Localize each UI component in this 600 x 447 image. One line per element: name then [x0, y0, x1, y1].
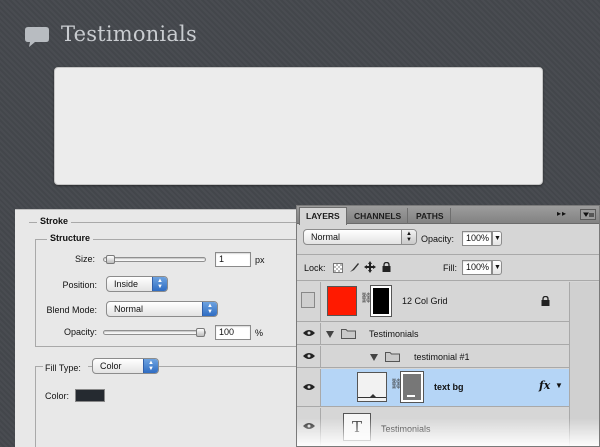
structure-legend: Structure — [47, 233, 94, 243]
layer-row-selected[interactable]: ⛓ text bg fx ▼ — [297, 369, 599, 407]
fill-type-label: Fill Type: — [43, 363, 88, 373]
collapse-icon[interactable]: ▸▸ — [557, 209, 567, 218]
position-select[interactable]: Inside ▲ ▼ — [106, 276, 168, 292]
lock-transparency-icon[interactable] — [333, 263, 343, 273]
layer-thumbnail — [357, 372, 387, 402]
eye-icon — [303, 330, 315, 336]
text-layer-thumbnail: T — [343, 413, 371, 441]
dropdown-arrow-icon: ▼ — [494, 264, 501, 271]
opacity-unit: % — [255, 328, 264, 338]
tab-channels[interactable]: CHANNELS — [348, 208, 409, 224]
size-slider[interactable] — [103, 255, 206, 264]
text-layer-glyph: T — [352, 418, 363, 436]
stroke-panel: Stroke Structure Size: 1 px Position: In… — [15, 209, 325, 447]
layer-blend-select[interactable]: Normal ▲ ▼ — [303, 229, 417, 245]
layer-name: testimonial #1 — [414, 352, 470, 362]
blend-mode-select[interactable]: Normal ▲ ▼ — [106, 301, 218, 317]
group-row[interactable]: testimonial #1 — [297, 346, 599, 368]
color-label: Color: — [44, 391, 69, 401]
layer-lock-icon — [541, 296, 550, 306]
testimonial-box — [54, 67, 543, 185]
lock-brush-icon[interactable] — [349, 262, 360, 273]
visibility-toggle[interactable] — [297, 323, 321, 344]
folder-icon — [341, 329, 356, 339]
opacity-slider-thumb[interactable] — [196, 328, 205, 337]
size-unit: px — [255, 255, 265, 265]
panel-tabbar: LAYERS CHANNELS PATHS ▸▸ — [297, 206, 599, 225]
tab-layers[interactable]: LAYERS — [299, 207, 347, 225]
opacity-label: Opacity: — [63, 327, 97, 337]
lock-fill-row: Lock: Fill: 100% ▼ — [297, 256, 599, 281]
size-input[interactable]: 1 — [215, 252, 251, 267]
stroke-color-swatch[interactable] — [75, 389, 105, 402]
visibility-toggle[interactable] — [297, 282, 321, 321]
opacity-input[interactable]: 100 — [215, 325, 251, 340]
fill-type-select[interactable]: Color ▲ ▼ — [92, 358, 159, 374]
lock-move-icon[interactable] — [364, 261, 376, 273]
panel-menu-icon[interactable] — [580, 209, 596, 220]
layer-opacity-dropdown[interactable]: ▼ — [492, 231, 502, 246]
size-slider-thumb[interactable] — [105, 255, 115, 264]
position-label: Position: — [62, 280, 97, 290]
layer-blend-value: Normal — [311, 232, 341, 242]
layers-panel: LAYERS CHANNELS PATHS ▸▸ Normal ▲ ▼ Opaci… — [296, 205, 600, 447]
layer-fill-dropdown[interactable]: ▼ — [492, 260, 502, 275]
layer-mask-thumbnail — [370, 285, 392, 317]
expand-effects-icon[interactable]: ▼ — [555, 381, 563, 390]
visibility-toggle[interactable] — [297, 408, 321, 446]
text-layer-row[interactable]: T Testimonials — [297, 408, 599, 446]
stroke-fieldset — [29, 222, 319, 223]
lock-all-icon[interactable] — [382, 262, 391, 272]
layer-name: Testimonials — [369, 329, 419, 339]
select-arrows-icon: ▲ ▼ — [202, 302, 217, 316]
layer-name: Testimonials — [381, 424, 431, 434]
fill-fieldset — [35, 366, 325, 447]
layer-mask-thumbnail — [400, 371, 424, 403]
blend-opacity-row: Normal ▲ ▼ Opacity: 100% ▼ — [297, 225, 599, 255]
eye-icon — [303, 353, 315, 359]
visibility-empty-box[interactable] — [301, 292, 315, 308]
layer-effects-icon[interactable]: fx — [539, 379, 550, 392]
page-title: Testimonials — [61, 22, 197, 46]
layer-opacity-input[interactable]: 100% — [462, 231, 492, 246]
stroke-legend: Stroke — [37, 216, 72, 226]
tab-paths[interactable]: PATHS — [410, 208, 451, 224]
blend-mode-value: Normal — [114, 304, 144, 314]
speech-bubble-icon — [25, 27, 49, 47]
layers-scrollbar[interactable] — [569, 282, 599, 446]
fill-type-value: Color — [100, 361, 122, 371]
select-arrows-icon: ▲ ▼ — [152, 277, 167, 291]
eye-icon — [303, 423, 315, 429]
lock-label: Lock: — [304, 263, 326, 273]
select-arrows-icon: ▲ ▼ — [401, 230, 416, 244]
visibility-toggle[interactable] — [297, 346, 321, 367]
position-value: Inside — [114, 279, 139, 289]
fill-label: Fill: — [443, 263, 457, 273]
blend-mode-label: Blend Mode: — [46, 305, 97, 315]
dropdown-arrow-icon: ▼ — [494, 235, 501, 242]
select-arrows-icon: ▲ ▼ — [143, 359, 158, 373]
group-row[interactable]: Testimonials — [297, 323, 599, 345]
opacity-slider[interactable] — [103, 328, 206, 337]
layer-row[interactable]: ⛓ 12 Col Grid — [297, 282, 599, 322]
layer-opacity-label: Opacity: — [421, 234, 455, 244]
visibility-toggle[interactable] — [297, 369, 321, 406]
size-label: Size: — [74, 254, 95, 264]
disclosure-triangle-icon[interactable] — [370, 354, 378, 361]
folder-icon — [385, 352, 400, 362]
layer-name: text bg — [434, 382, 464, 392]
layer-fill-input[interactable]: 100% — [462, 260, 492, 275]
disclosure-triangle-icon[interactable] — [326, 331, 334, 338]
layer-thumbnail — [327, 286, 357, 316]
eye-icon — [303, 384, 315, 390]
layer-name: 12 Col Grid — [402, 296, 448, 306]
